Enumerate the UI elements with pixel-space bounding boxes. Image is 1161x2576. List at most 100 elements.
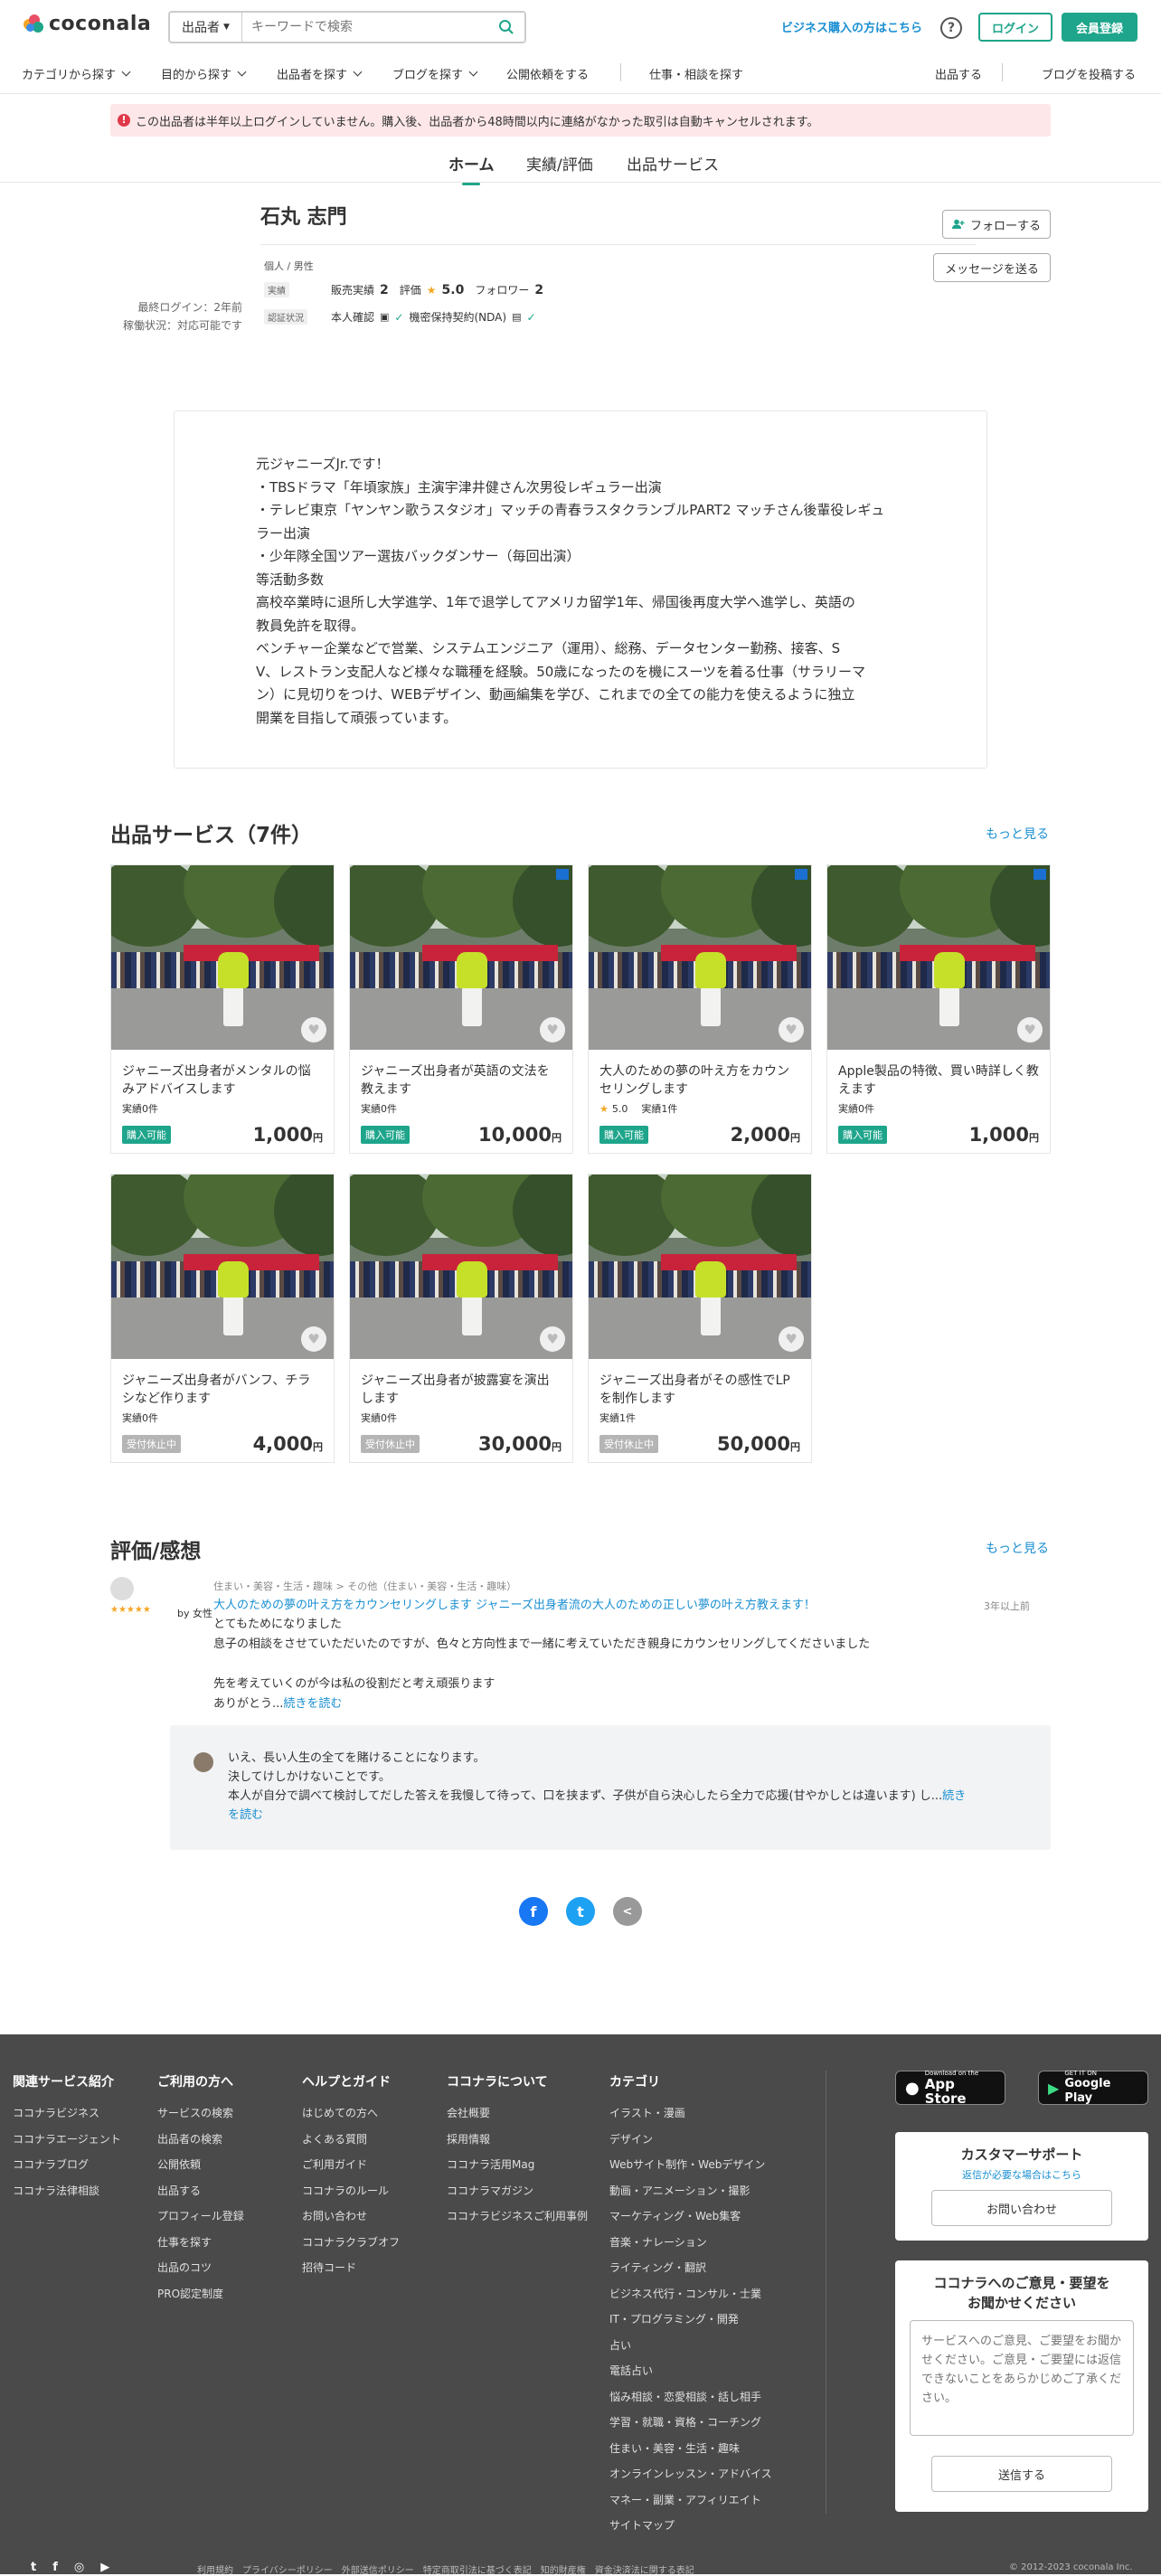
footer-link[interactable]: ココナラビジネスご利用事例: [447, 2208, 588, 2223]
logo[interactable]: coconala: [24, 13, 151, 35]
footer-link[interactable]: デザイン: [609, 2131, 772, 2147]
footer-link[interactable]: ココナラエージェント: [13, 2131, 121, 2147]
contact-button[interactable]: お問い合わせ: [931, 2190, 1112, 2226]
nav-sellers[interactable]: 出品者を探す: [277, 65, 363, 82]
nav-request[interactable]: 公開依頼をする: [506, 65, 589, 82]
footer-link[interactable]: PRO認定制度: [157, 2286, 244, 2301]
footer-link[interactable]: ココナラブログ: [13, 2156, 121, 2172]
footer-link[interactable]: お問い合わせ: [302, 2208, 400, 2223]
search-category-select[interactable]: 出品者 ▼: [170, 13, 242, 42]
footer-link[interactable]: 悩み相談・恋愛相談・話し相手: [609, 2389, 772, 2404]
footer-link[interactable]: はじめての方へ: [302, 2105, 400, 2120]
price-value: 1,000: [252, 1124, 313, 1146]
message-button[interactable]: メッセージを送る: [933, 253, 1051, 282]
favorite-heart-icon[interactable]: ♥: [301, 1326, 326, 1352]
business-purchase-link[interactable]: ビジネス購入の方はこちら: [781, 18, 922, 35]
share-icon[interactable]: <: [613, 1897, 642, 1926]
footer-link[interactable]: Webサイト制作・Webデザイン: [609, 2156, 772, 2172]
favorite-heart-icon[interactable]: ♥: [1017, 1017, 1043, 1043]
footer-link[interactable]: ビジネス代行・コンサル・士業: [609, 2286, 772, 2301]
service-card[interactable]: ♥ ジャニーズ出身者が披露宴を演出します 実績0件 受付休止中 30,000円: [349, 1174, 573, 1463]
twitter-share-icon[interactable]: t: [566, 1897, 595, 1926]
search-input[interactable]: [242, 13, 488, 42]
footer-link[interactable]: 公開依頼: [157, 2156, 244, 2172]
twitter-icon[interactable]: t: [31, 2561, 52, 2574]
service-card[interactable]: ♥ ジャニーズ出身者がその感性でLPを制作します 実績1件 受付休止中 50,000円: [588, 1174, 812, 1463]
footer-link[interactable]: 出品のコツ: [157, 2260, 244, 2275]
footer-link[interactable]: イラスト・漫画: [609, 2105, 772, 2120]
nav-categories[interactable]: カテゴリから探す: [22, 65, 131, 82]
footer-column: カテゴリ イラスト・漫画 デザイン Webサイト制作・Webデザイン 動画・アニメーショ…: [609, 2072, 772, 2543]
footer-link[interactable]: 占い: [609, 2337, 772, 2353]
footer-link[interactable]: ココナラマガジン: [447, 2183, 588, 2198]
review-read-more[interactable]: 続きを読む: [283, 1697, 342, 1711]
nav-post-blog[interactable]: ブログを投稿する: [1042, 65, 1136, 82]
follow-button[interactable]: フォローする: [942, 210, 1051, 239]
footer-link[interactable]: サイトマップ: [609, 2517, 772, 2533]
login-button[interactable]: ログイン: [978, 13, 1052, 42]
service-sales: 実績0件: [122, 1412, 158, 1424]
footer-link[interactable]: よくある質問: [302, 2131, 400, 2147]
footer-link[interactable]: 出品する: [157, 2183, 244, 2198]
favorite-heart-icon[interactable]: ♥: [779, 1017, 804, 1043]
help-icon[interactable]: ?: [940, 17, 962, 39]
service-card[interactable]: ♥ Apple製品の特徴、買い時詳しく教えます 実績0件 購入可能 1,000円: [826, 864, 1051, 1154]
services-more-link[interactable]: もっと見る: [986, 825, 1049, 843]
footer-link[interactable]: 会社概要: [447, 2105, 588, 2120]
footer-link[interactable]: マーケティング・Web集客: [609, 2208, 772, 2223]
tab-services[interactable]: 出品サービス: [627, 152, 719, 175]
footer-link[interactable]: 動画・アニメーション・撮影: [609, 2183, 772, 2198]
service-card[interactable]: ♥ ジャニーズ出身者が英語の文法を教えます 実績0件 購入可能 10,000円: [349, 864, 573, 1154]
nav-label: ブログを探す: [392, 69, 464, 82]
footer-link[interactable]: 電話占い: [609, 2363, 772, 2378]
favorite-heart-icon[interactable]: ♥: [779, 1326, 804, 1352]
nav-find-work[interactable]: 仕事・相談を探す: [649, 65, 743, 82]
facebook-share-icon[interactable]: f: [519, 1897, 548, 1926]
footer-link[interactable]: 出品者の検索: [157, 2131, 244, 2147]
favorite-heart-icon[interactable]: ♥: [301, 1017, 326, 1043]
tab-reviews[interactable]: 実績/評価: [526, 152, 593, 175]
footer-link[interactable]: ココナラ活用Mag: [447, 2156, 588, 2172]
footer-link[interactable]: ココナラ法律相談: [13, 2183, 121, 2198]
footer-link[interactable]: 仕事を探す: [157, 2234, 244, 2250]
favorite-heart-icon[interactable]: ♥: [540, 1017, 565, 1043]
favorite-heart-icon[interactable]: ♥: [540, 1326, 565, 1352]
service-rating: 5.0: [611, 1102, 628, 1115]
footer-link[interactable]: プロフィール登録: [157, 2208, 244, 2223]
instagram-icon[interactable]: ◎: [74, 2561, 100, 2574]
price-value: 10,000: [477, 1124, 552, 1146]
footer-link[interactable]: オンラインレッスン・アドバイス: [609, 2466, 772, 2481]
reviews-more-link[interactable]: もっと見る: [986, 1539, 1049, 1557]
register-button[interactable]: 会員登録: [1062, 13, 1137, 42]
youtube-icon[interactable]: ▶: [100, 2561, 126, 2574]
footer-link[interactable]: マネー・副業・アフィリエイト: [609, 2492, 772, 2507]
google-play-badge[interactable]: ▶ GET IT ON Google Play: [1038, 2070, 1148, 2105]
footer-link[interactable]: 学習・就職・資格・コーチング: [609, 2414, 772, 2430]
footer-link[interactable]: ライティング・翻訳: [609, 2260, 772, 2275]
review-service-link[interactable]: 大人のための夢の叶え方をカウンセリングします ジャニーズ出身者流の大人のための正…: [213, 1595, 816, 1612]
nav-purpose[interactable]: 目的から探す: [161, 65, 247, 82]
support-sub[interactable]: 返信が必要な場合はこちら: [895, 2167, 1148, 2182]
nav-sell[interactable]: 出品する: [935, 65, 982, 82]
app-store-badge[interactable]: ● Download on the App Store: [895, 2070, 1005, 2106]
footer-link[interactable]: ココナラビジネス: [13, 2105, 121, 2120]
tab-home[interactable]: ホーム: [448, 152, 495, 175]
footer-link[interactable]: 招待コード: [302, 2260, 400, 2275]
footer-link[interactable]: IT・プログラミング・開発: [609, 2311, 772, 2326]
service-card[interactable]: ♥ ジャニーズ出身者がバンフ、チラシなど作ります 実績0件 受付休止中 4,000円: [110, 1174, 335, 1463]
service-card[interactable]: ♥ 大人のための夢の叶え方をカウンセリングします ★ 5.0 実績1件 購入可能 2,00…: [588, 864, 812, 1154]
footer-link[interactable]: ココナラのルール: [302, 2183, 400, 2198]
feedback-textarea[interactable]: [910, 2320, 1134, 2436]
search-button[interactable]: [488, 13, 524, 42]
footer-link[interactable]: 音楽・ナレーション: [609, 2234, 772, 2250]
footer-link[interactable]: ココナラクラブオフ: [302, 2234, 400, 2250]
footer-link[interactable]: 採用情報: [447, 2131, 588, 2147]
sales-value: 2: [380, 282, 389, 297]
service-card[interactable]: ♥ ジャニーズ出身者がメンタルの悩みアドバイスします 実績0件 購入可能 1,000円: [110, 864, 335, 1154]
footer-link[interactable]: ご利用ガイド: [302, 2156, 400, 2172]
nav-blogs[interactable]: ブログを探す: [392, 65, 478, 82]
send-button[interactable]: 送信する: [931, 2456, 1112, 2492]
footer-link[interactable]: サービスの検索: [157, 2105, 244, 2120]
facebook-icon[interactable]: f: [52, 2561, 74, 2574]
footer-link[interactable]: 住まい・美容・生活・趣味: [609, 2440, 772, 2456]
